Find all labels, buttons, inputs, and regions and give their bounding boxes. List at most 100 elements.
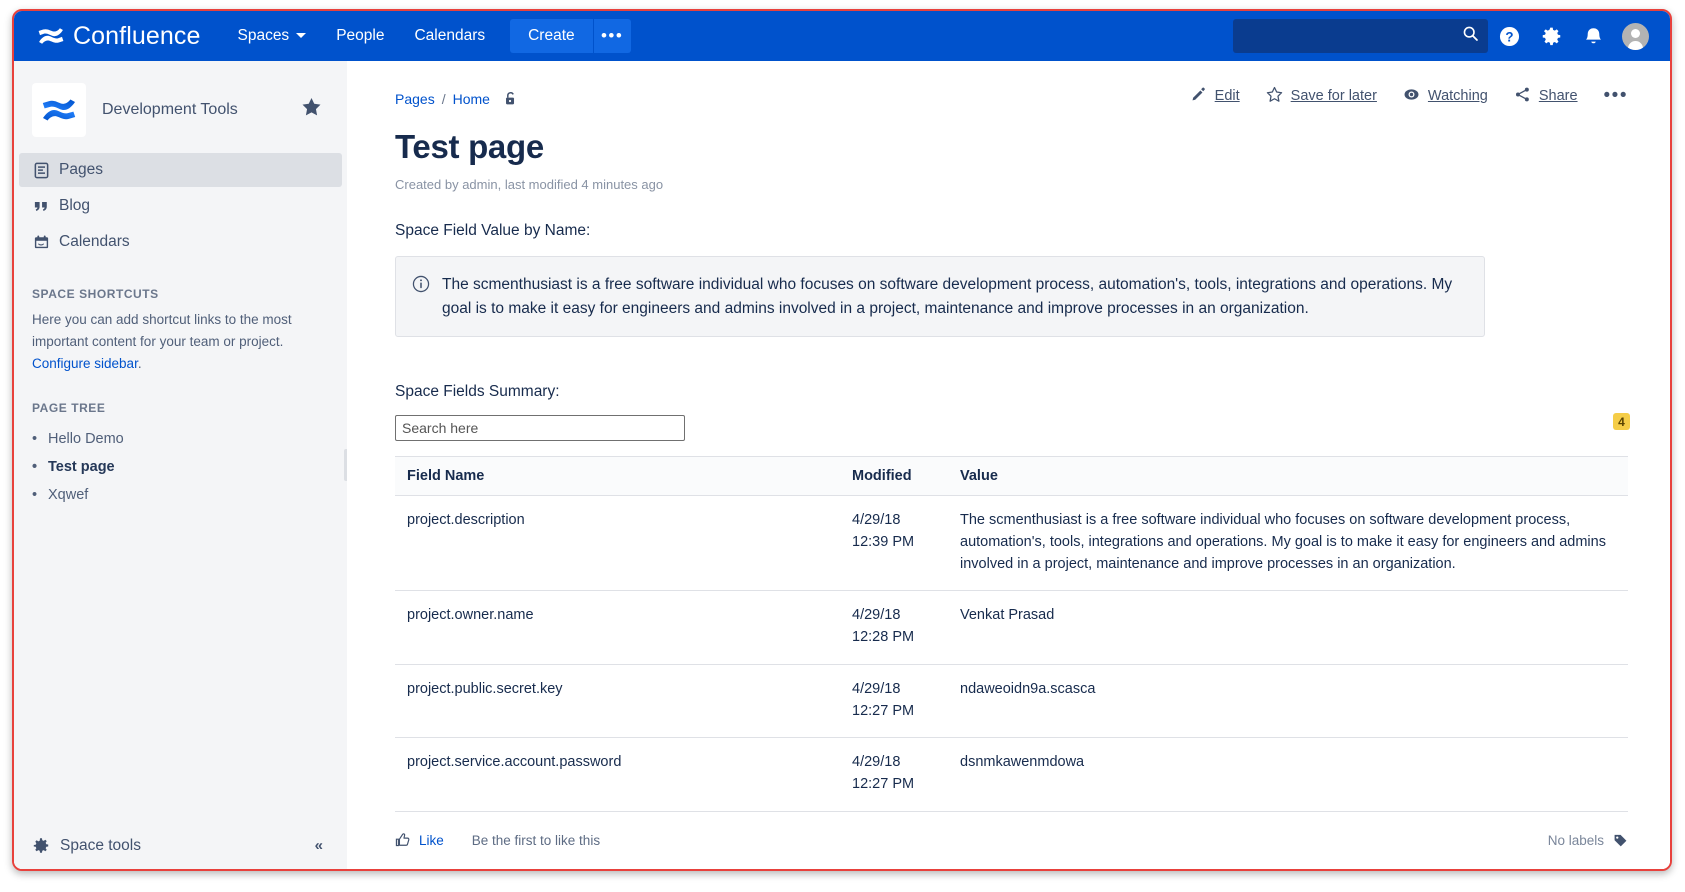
cell-value: ndaweoidn9a.scasca	[948, 664, 1628, 739]
top-nav-right-group: ?	[1233, 11, 1656, 61]
pencil-icon	[1191, 86, 1207, 106]
space-nav-list: Pages Blog Calendars	[14, 153, 347, 261]
cell-modified: 4/29/18 12:28 PM	[840, 590, 948, 665]
bullet-icon: •	[32, 486, 38, 503]
like-status-text: Be the first to like this	[471, 832, 601, 848]
create-button[interactable]: Create	[510, 19, 593, 53]
nav-item-people[interactable]: People	[321, 11, 399, 61]
star-outline-icon	[1266, 86, 1283, 107]
watching-button[interactable]: Watching	[1403, 86, 1488, 107]
page-tree-item-test-page[interactable]: • Test page	[32, 453, 329, 481]
share-button[interactable]: Share	[1514, 86, 1578, 107]
save-for-later-button[interactable]: Save for later	[1266, 86, 1377, 107]
breadcrumb-item-pages[interactable]: Pages	[395, 91, 435, 107]
cell-modified-time: 12:27 PM	[852, 776, 915, 793]
sidebar-item-blog[interactable]: Blog	[19, 189, 342, 223]
column-header-field-name[interactable]: Field Name	[395, 456, 840, 497]
sidebar-item-pages-label: Pages	[59, 161, 103, 178]
cell-modified-date: 4/29/18	[852, 680, 901, 697]
nav-item-spaces-label: Spaces	[237, 27, 290, 44]
cell-value: dsnmkawenmdowa	[948, 737, 1628, 812]
cell-field-name: project.owner.name	[395, 590, 840, 665]
unlocked-padlock-icon[interactable]	[503, 91, 519, 107]
page-title: Test page	[395, 128, 544, 165]
page-tree-item-label: Test page	[48, 458, 115, 475]
labels-area[interactable]: No labels	[1548, 833, 1628, 848]
cell-field-name: project.public.secret.key	[395, 664, 840, 739]
table-header-row: Field Name Modified Value	[395, 456, 1628, 497]
page-tree-item-label: Xqwef	[48, 486, 89, 503]
browser-frame: Confluence Spaces People Calendars Creat…	[12, 9, 1672, 871]
breadcrumb-item-home[interactable]: Home	[453, 91, 490, 107]
notifications-bell-icon[interactable]	[1572, 11, 1614, 61]
space-field-value-label: Space Field Value by Name:	[395, 222, 591, 239]
space-tools-button[interactable]: Space tools «	[14, 821, 347, 869]
page-tree-item-xqwef[interactable]: • Xqwef	[32, 481, 329, 509]
labels-text: No labels	[1547, 832, 1604, 848]
global-search-box[interactable]	[1233, 19, 1488, 53]
sidebar-item-pages[interactable]: Pages	[19, 153, 342, 187]
tag-icon	[1613, 833, 1628, 848]
cell-modified-date: 4/29/18	[852, 754, 901, 771]
table-row: project.public.secret.key 4/29/18 12:27 …	[395, 664, 1628, 739]
info-panel-text: The scmenthusiast is a free software ind…	[442, 276, 1453, 317]
sidebar-item-calendars[interactable]: Calendars	[19, 225, 342, 259]
confluence-app: Confluence Spaces People Calendars Creat…	[14, 11, 1670, 869]
more-actions-button[interactable]: •••	[1604, 85, 1628, 107]
collapse-sidebar-button[interactable]: «	[315, 837, 329, 854]
space-fields-table: Field Name Modified Value project.descri…	[395, 456, 1628, 812]
avatar[interactable]	[1614, 11, 1656, 61]
page-actions-toolbar: Edit Save for later Watching Share •••	[1191, 85, 1628, 107]
space-tools-label: Space tools	[60, 836, 141, 854]
cell-modified-date: 4/29/18	[852, 607, 901, 624]
confluence-brand[interactable]: Confluence	[38, 22, 200, 51]
info-circle-icon	[412, 275, 436, 320]
help-icon[interactable]: ?	[1488, 11, 1530, 61]
table-row: project.service.account.password 4/29/18…	[395, 737, 1628, 812]
bullet-icon: •	[32, 458, 38, 475]
table-row: project.owner.name 4/29/18 12:28 PM Venk…	[395, 590, 1628, 665]
column-header-modified[interactable]: Modified	[840, 456, 948, 497]
table-body: project.description 4/29/18 12:39 PM The…	[395, 495, 1628, 812]
thumbs-up-icon	[395, 832, 411, 848]
cell-value: Venkat Prasad	[948, 590, 1628, 665]
configure-sidebar-link[interactable]: Configure sidebar	[32, 356, 138, 371]
nav-item-calendars[interactable]: Calendars	[399, 11, 500, 61]
create-more-button[interactable]: •••	[592, 19, 631, 53]
space-sidebar: Development Tools Pages Blog Calendars S…	[14, 61, 351, 869]
edit-button[interactable]: Edit	[1191, 86, 1240, 106]
nav-item-people-label: People	[336, 27, 385, 44]
sidebar-item-blog-label: Blog	[59, 197, 91, 214]
page-tree-title: PAGE TREE	[32, 400, 106, 415]
page-footer: Like Be the first to like this No labels	[395, 825, 1628, 855]
cell-modified: 4/29/18 12:27 PM	[840, 737, 948, 812]
gear-icon	[32, 837, 50, 855]
cell-modified: 4/29/18 12:27 PM	[840, 664, 948, 739]
nav-item-spaces[interactable]: Spaces	[222, 11, 321, 61]
chevron-down-icon	[296, 31, 307, 42]
eye-icon	[1403, 86, 1420, 107]
star-filled-icon[interactable]	[302, 98, 321, 122]
cell-modified-time: 12:39 PM	[852, 533, 915, 550]
cell-field-name: project.service.account.password	[395, 737, 840, 812]
page-metadata: Created by admin, last modified 4 minute…	[395, 177, 664, 192]
app-body: Development Tools Pages Blog Calendars S…	[14, 61, 1670, 869]
column-header-value[interactable]: Value	[948, 456, 1628, 497]
settings-gear-icon[interactable]	[1530, 11, 1572, 61]
brand-label: Confluence	[73, 21, 201, 50]
nav-item-calendars-label: Calendars	[414, 27, 486, 44]
share-icon	[1514, 86, 1531, 107]
create-button-group: Create •••	[510, 19, 631, 53]
search-input[interactable]	[395, 415, 685, 442]
cell-value: The scmenthusiast is a free software ind…	[948, 495, 1628, 592]
page-tree-item-hello-demo[interactable]: • Hello Demo	[32, 425, 329, 453]
like-label: Like	[419, 832, 444, 848]
space-shortcuts-description: Here you can add shortcut links to the m…	[32, 312, 292, 349]
edit-button-label: Edit	[1214, 88, 1240, 104]
svg-text:?: ?	[1505, 29, 1513, 44]
search-icon	[1462, 25, 1479, 47]
like-button[interactable]: Like	[395, 832, 444, 848]
breadcrumb-separator: /	[441, 91, 446, 107]
share-label: Share	[1538, 88, 1578, 104]
